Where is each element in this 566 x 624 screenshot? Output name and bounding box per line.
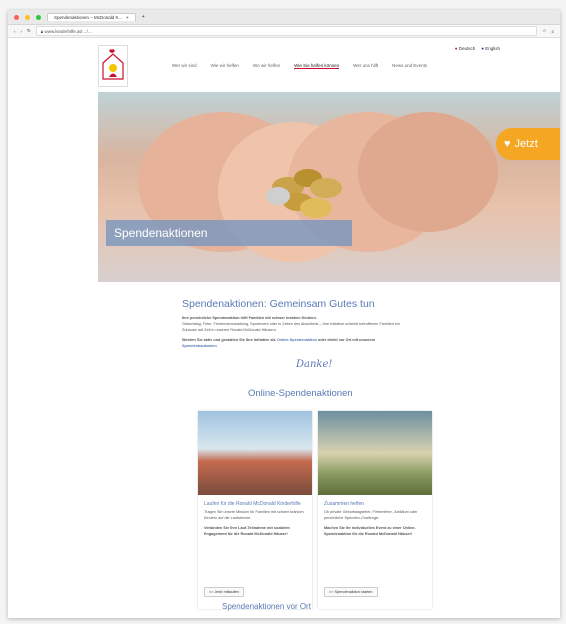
main-content: Spendenaktionen: Gemeinsam Gutes tun Ihr… — [98, 290, 560, 609]
hands-coins-image — [138, 112, 498, 262]
address-text: www.kinderhilfe.at/…/… — [44, 28, 93, 34]
onsite-heading: Spendenaktionen vor Ort — [222, 602, 311, 611]
browser-window: Spendenaktionen – McDonald K… × + ‹ › ↻ … — [8, 10, 560, 618]
austria-flag-icon: ● — [454, 46, 458, 51]
runners-image — [198, 411, 312, 495]
site-logo[interactable] — [98, 45, 128, 87]
reload-icon[interactable]: ↻ — [27, 28, 31, 34]
card-text: Ob private Geburtstagsfeier, Firmenfeier… — [324, 510, 418, 520]
card-text-bold: Verbinden Sie Ihre Lauf-Teilnahme mit so… — [204, 526, 290, 536]
browser-tab[interactable]: Spendenaktionen – McDonald K… × — [47, 13, 136, 21]
intro-paragraph-2: Geburtstag, Feier, Firmenveranstaltung, … — [182, 322, 400, 332]
lang-english[interactable]: ● English — [481, 46, 500, 51]
menu-item-news-events[interactable]: News und Events — [392, 63, 427, 69]
menu-item-wer-wir-sind[interactable]: Wer wir sind — [172, 63, 197, 69]
menu-item-wer-uns-hilft[interactable]: Wer uns hilft — [353, 63, 378, 69]
back-icon[interactable]: ‹ — [14, 29, 16, 34]
card-text-bold: Machen Sie Ihr individuelles Event zu ei… — [324, 526, 416, 536]
thanks-signature: Danke! — [296, 359, 333, 370]
card-laufen[interactable]: Laufen für die Ronald McDonald Kinderhil… — [198, 411, 312, 609]
main-menu: Wer wir sind Wie wir helfen Wo wir helfe… — [172, 63, 427, 69]
language-switcher: ● Deutsch ● English — [455, 46, 500, 51]
card-title[interactable]: Laufen für die Ronald McDonald Kinderhil… — [204, 501, 306, 507]
close-tab-icon[interactable]: × — [126, 15, 129, 20]
sunset-people-image — [318, 411, 432, 495]
run-button[interactable]: >> Jetzt mitlaufen — [204, 587, 244, 597]
lang-deutsch[interactable]: ● Deutsch — [455, 46, 476, 51]
donate-badge[interactable]: ♥ Jetzt — [496, 128, 560, 160]
minimize-window-icon[interactable] — [25, 14, 30, 20]
intro-heading: Spendenaktionen: Gemeinsam Gutes tun — [182, 298, 375, 310]
hero-title: Spendenaktionen — [106, 220, 352, 246]
menu-item-wie-wir-helfen[interactable]: Wie wir helfen — [211, 63, 239, 69]
menu-item-wie-sie-helfen[interactable]: Wie Sie helfen können — [294, 63, 340, 69]
online-heading: Online-Spendenaktionen — [248, 388, 353, 399]
online-donation-link[interactable]: Online-Spendenaktion — [277, 338, 317, 342]
badge-label: Jetzt — [514, 138, 538, 150]
browser-toolbar: ‹ › ↻ 🔒︎ www.kinderhilfe.at/…/… ☆ ≡ — [8, 25, 560, 38]
card-zusammen[interactable]: Zusammen helfen Ob private Geburtstagsfe… — [318, 411, 432, 609]
close-window-icon[interactable] — [14, 14, 19, 20]
card-list: Laufen für die Ronald McDonald Kinderhil… — [198, 411, 560, 609]
new-tab-icon[interactable]: + — [142, 14, 145, 20]
heart-hand-icon: ♥ — [504, 138, 511, 150]
uk-flag-icon: ● — [481, 46, 484, 51]
house-heart-logo-icon — [102, 49, 124, 80]
forward-icon[interactable]: › — [21, 29, 23, 34]
card-title[interactable]: Zusammen helfen — [324, 501, 426, 507]
hero-banner: Spendenaktionen ♥ Jetzt — [98, 92, 560, 282]
card-text: Tragen Sie unsere Mission für Familien m… — [204, 510, 304, 520]
menu-icon[interactable]: ≡ — [551, 29, 554, 34]
start-campaign-button[interactable]: >> Spendenaktion starten — [324, 587, 378, 597]
menu-item-wo-wir-helfen[interactable]: Wo wir helfen — [253, 63, 280, 69]
tab-title: Spendenaktionen – McDonald K… — [54, 15, 124, 20]
bookmark-icon[interactable]: ☆ — [542, 28, 546, 34]
lock-icon: 🔒︎ — [40, 28, 44, 34]
browser-titlebar: Spendenaktionen – McDonald K… × + — [8, 10, 560, 25]
donation-kit-link[interactable]: Spendenbaukasten — [182, 344, 217, 348]
site-header: Wer wir sind Wie wir helfen Wo wir helfe… — [8, 38, 560, 94]
intro-paragraph-3: Werden Sie aktiv und gestalten Sie Ihre … — [182, 338, 376, 348]
zoom-window-icon[interactable] — [36, 14, 41, 20]
address-bar[interactable]: 🔒︎ www.kinderhilfe.at/…/… — [35, 26, 538, 36]
